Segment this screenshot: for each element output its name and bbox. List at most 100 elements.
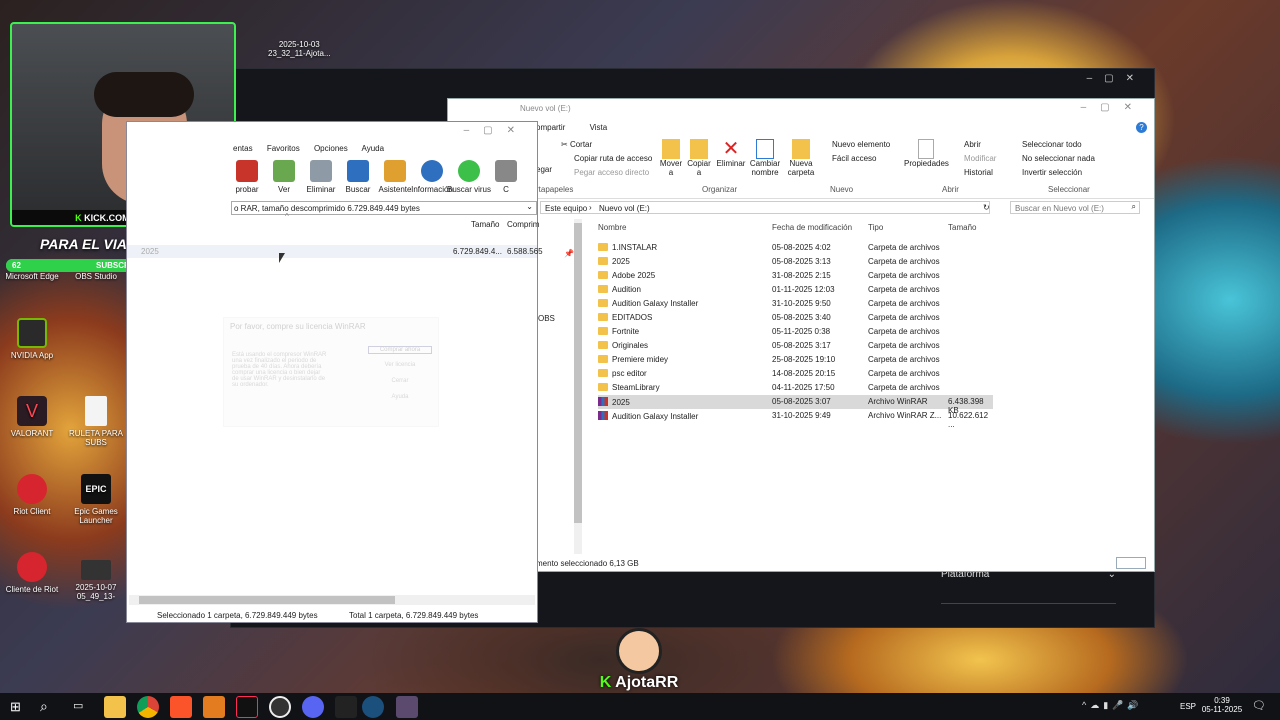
file-type: Carpeta de archivos <box>868 383 940 392</box>
brave-icon[interactable] <box>170 696 192 718</box>
start-windows-icon[interactable]: ⊞ <box>10 699 21 715</box>
col-nombre[interactable]: Nombre <box>598 223 626 232</box>
file-row[interactable]: Audition Galaxy Installer 31-10-2025 9:50… <box>598 297 993 311</box>
nav-item-obs[interactable]: OBS <box>538 314 555 323</box>
obs-icon[interactable] <box>269 696 291 718</box>
desktop-icon-ruleta[interactable]: RULETA PARA SUBS <box>64 396 128 447</box>
view-toggle-icon[interactable] <box>1116 557 1146 569</box>
winrar-file-row[interactable]: 2025 6.729.849.4... 6.588.565 <box>127 245 543 258</box>
discord-icon[interactable] <box>302 696 324 718</box>
winrar-path-bar[interactable]: o RAR, tamaño descomprimido 6.729.849.44… <box>231 201 537 215</box>
desktop-icon-recording[interactable]: 2025-10-07 05_49_13- <box>64 560 128 601</box>
rar-hscrollbar[interactable] <box>129 595 535 605</box>
address-bar[interactable]: Este equipo › Nuevo vol (E:) ↻ <box>540 201 990 214</box>
help-icon[interactable]: ? <box>1136 122 1147 133</box>
invertir-seleccion-button[interactable]: Invertir selección <box>1022 168 1082 177</box>
adobe-icon[interactable] <box>203 696 225 718</box>
rar-hscroll-thumb[interactable] <box>139 596 395 604</box>
search-icon[interactable]: ⌕ <box>40 698 48 715</box>
chrome-icon[interactable] <box>137 696 159 718</box>
copiar-button[interactable]: Copiar a <box>686 139 712 177</box>
file-row[interactable]: 1.INSTALAR 05-08-2025 4:02 Carpeta de arch… <box>598 241 993 255</box>
desktop-icon-riot-client[interactable]: Riot Client <box>0 474 64 516</box>
desktop-icon-nvidia[interactable]: NVIDIA App <box>0 318 64 360</box>
group-seleccionar: Seleccionar <box>1048 185 1090 194</box>
refresh-icon[interactable]: ↻ <box>983 203 990 212</box>
file-row[interactable]: psc editor 14-08-2025 20:15 Carpeta de arc… <box>598 367 993 381</box>
col-tipo[interactable]: Tipo <box>868 223 883 232</box>
tiktok-icon[interactable] <box>236 696 258 718</box>
breadcrumb-nuevo-vol[interactable]: Nuevo vol (E:) <box>599 204 650 213</box>
steam-icon[interactable] <box>362 696 384 718</box>
tab-compartir[interactable]: ompartir <box>536 123 565 132</box>
menu-herramientas[interactable]: entas <box>233 144 253 153</box>
copiar-ruta-button[interactable]: Copiar ruta de acceso <box>574 154 652 163</box>
abrir-button[interactable]: Abrir <box>964 140 981 149</box>
tab-vista[interactable]: Vista <box>590 123 608 132</box>
desktop-icon-edge[interactable]: Microsoft Edge <box>0 272 64 281</box>
search-box[interactable]: Buscar en Nuevo vol (E:) ⌕ <box>1010 201 1140 214</box>
nav-scrollbar[interactable] <box>574 219 582 554</box>
winrar-window-controls[interactable]: –▢✕ <box>464 125 529 136</box>
epic-games-icon[interactable] <box>335 696 357 718</box>
pegar-acceso-button[interactable]: Pegar acceso directo <box>574 168 649 177</box>
seleccionar-todo-button[interactable]: Seleccionar todo <box>1022 140 1082 149</box>
col-comprimido-rar[interactable]: Comprim <box>507 220 539 229</box>
file-row[interactable]: EDITADOS 05-08-2025 3:40 Carpeta de archiv… <box>598 311 993 325</box>
ayuda-button[interactable]: Ayuda <box>368 394 432 400</box>
col-fecha[interactable]: Fecha de modificación <box>772 223 852 232</box>
file-row[interactable]: 2025 05-08-2025 3:07 Archivo WinRAR 6.438.3… <box>598 395 993 415</box>
file-row[interactable]: 2025 05-08-2025 3:13 Carpeta de archivos <box>598 255 993 269</box>
col-tamano-rar[interactable]: Tamaño <box>471 220 499 229</box>
desktop-icon-valorant[interactable]: V VALORANT <box>0 396 64 438</box>
toolbar-button-7[interactable]: C <box>482 160 530 194</box>
file-name-cell: EDITADOS <box>598 313 652 322</box>
file-row[interactable]: Originales 05-08-2025 3:17 Carpeta de arch… <box>598 339 993 353</box>
file-row[interactable]: Adobe 2025 31-08-2025 2:15 Carpeta de arch… <box>598 269 993 283</box>
clock[interactable]: 0:39 05-11-2025 <box>1200 696 1244 714</box>
menu-ayuda[interactable]: Ayuda <box>362 144 385 153</box>
pegar-button[interactable]: egar <box>536 165 552 174</box>
task-view-icon[interactable]: ▭ <box>73 699 83 712</box>
ver-licencia-button[interactable]: Ver licencia <box>368 362 432 368</box>
file-row[interactable]: Audition Galaxy Installer 31-10-2025 9:49… <box>598 409 993 429</box>
explorer-window-controls[interactable]: –▢✕ <box>1081 102 1146 113</box>
winrar-menu: entas Favoritos Opciones Ayuda <box>233 144 384 153</box>
cambiar-nombre-button[interactable]: Cambiar nombre <box>748 139 782 177</box>
tray-icons[interactable]: ^☁▮🎤🔊 <box>1082 700 1143 711</box>
breadcrumb-este-equipo[interactable]: Este equipo <box>545 204 587 213</box>
no-seleccionar-button[interactable]: No seleccionar nada <box>1022 154 1095 163</box>
nav-scroll-thumb[interactable] <box>574 223 582 523</box>
cliente-riot-label: Cliente de Riot <box>5 585 59 594</box>
historial-button[interactable]: Historial <box>964 168 993 177</box>
file-row[interactable]: Fortnite 05-11-2025 0:38 Carpeta de archiv… <box>598 325 993 339</box>
file-type: Carpeta de archivos <box>868 257 940 266</box>
plataforma-dropdown[interactable]: Plataforma ⌄ <box>941 569 1116 604</box>
lang-indicator[interactable]: ESP <box>1180 702 1196 711</box>
desktop-icon-epic[interactable]: EPIC Epic Games Launcher <box>64 474 128 525</box>
notification-icon[interactable]: 🗨 <box>1252 699 1266 712</box>
winrar-taskbar-icon[interactable] <box>396 696 418 718</box>
facil-acceso-button[interactable]: Fácil acceso <box>832 154 876 163</box>
desktop-icon-obs[interactable]: OBS Studio <box>64 272 128 281</box>
file-row[interactable]: Audition 01-11-2025 12:03 Carpeta de archi… <box>598 283 993 297</box>
file-row[interactable]: Premiere midey 25-08-2025 19:10 Carpeta de… <box>598 353 993 367</box>
cerrar-button[interactable]: Cerrar <box>368 378 432 384</box>
modificar-button[interactable]: Modificar <box>964 154 996 163</box>
virus-scan-icon <box>458 160 480 182</box>
comprar-button[interactable]: Comprar ahora <box>368 346 432 354</box>
file-row[interactable]: SteamLibrary 04-11-2025 17:50 Carpeta de a… <box>598 381 993 395</box>
cortar-button[interactable]: ✂ Cortar <box>561 140 592 149</box>
file-explorer-icon[interactable] <box>104 696 126 718</box>
file-name: SteamLibrary <box>612 383 660 392</box>
col-tamano[interactable]: Tamaño <box>948 223 976 232</box>
nueva-carpeta-button[interactable]: Nueva carpeta <box>786 139 816 177</box>
mover-button[interactable]: Mover a <box>658 139 684 177</box>
eliminar-button[interactable]: ✕ Eliminar <box>716 139 746 168</box>
propiedades-button[interactable]: Propiedades <box>904 139 949 168</box>
rar-row-name: 2025 <box>141 247 159 256</box>
nuevo-elemento-button[interactable]: Nuevo elemento <box>832 140 890 149</box>
menu-favoritos[interactable]: Favoritos <box>267 144 300 153</box>
desktop-icon-cliente-riot[interactable]: Cliente de Riot <box>0 552 64 594</box>
menu-opciones[interactable]: Opciones <box>314 144 348 153</box>
